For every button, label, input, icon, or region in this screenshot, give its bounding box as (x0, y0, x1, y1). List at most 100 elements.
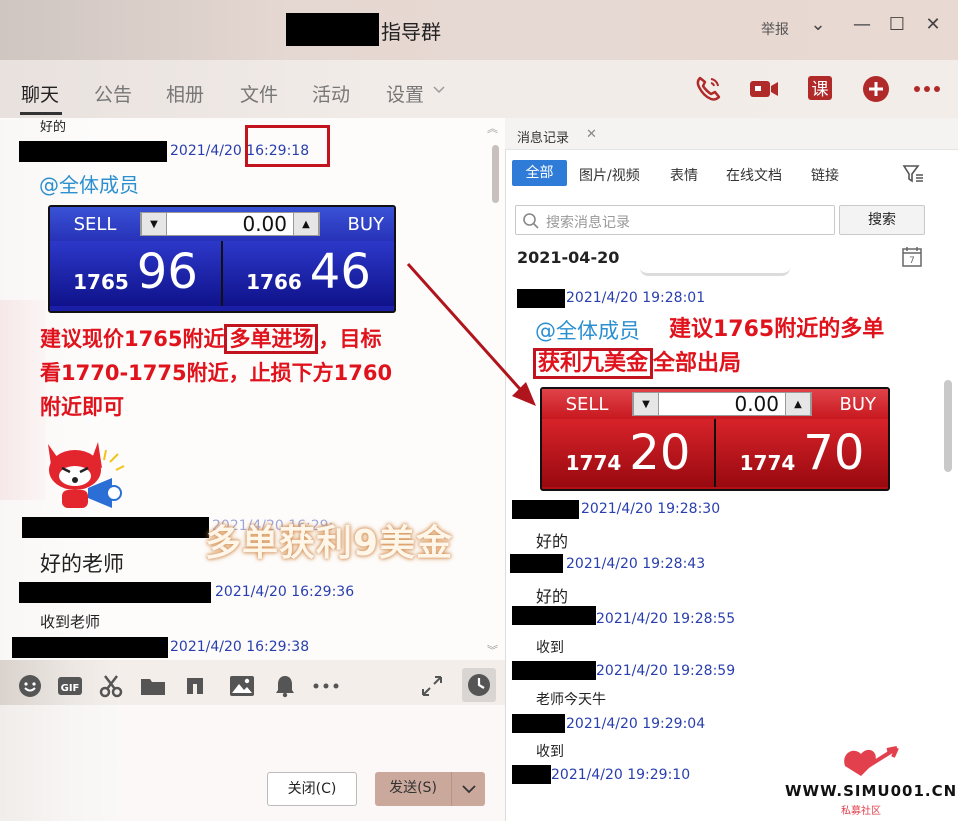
tab-album[interactable]: 相册 (166, 80, 204, 107)
fox-sticker[interactable] (40, 432, 126, 514)
buy-price-prefix: 1766 (246, 270, 302, 294)
search-input[interactable]: 搜索消息记录 (515, 205, 835, 235)
history-scrollbar[interactable] (944, 380, 952, 472)
history-toggle[interactable] (462, 668, 496, 702)
more-icon[interactable] (312, 674, 339, 698)
history-timestamp: 2021/4/20 19:28:59 (596, 663, 736, 679)
quantity-value[interactable]: 0.00 (659, 392, 785, 416)
increase-icon[interactable]: ▲ (293, 212, 319, 236)
filter-icon[interactable] (902, 163, 924, 185)
redacted-sender (512, 661, 596, 680)
chevron-down-icon[interactable] (432, 82, 446, 96)
redacted-sender (19, 582, 211, 603)
sell-price-pips: 20 (629, 425, 691, 481)
sell-price[interactable]: 1774 20 (542, 419, 716, 487)
history-timestamp: 2021/4/20 19:28:55 (596, 611, 736, 627)
buy-price[interactable]: 1774 70 (716, 419, 888, 487)
price-quote-card: SELL ▼ 0.00 ▲ BUY 1765 96 1766 46 (48, 205, 396, 313)
tab-chat[interactable]: 聊天 (21, 80, 59, 107)
sell-price-prefix: 1765 (73, 270, 129, 294)
buy-price-pips: 46 (309, 244, 371, 300)
expand-icon[interactable] (420, 674, 444, 698)
video-call-icon[interactable] (748, 74, 778, 104)
buy-label[interactable]: BUY (812, 394, 888, 415)
redacted-sender (22, 517, 209, 538)
list-divider (640, 268, 790, 276)
close-tab-icon[interactable]: ✕ (586, 127, 597, 142)
message-text: 好的 (40, 120, 67, 135)
mention-all[interactable]: @全体成员 (39, 169, 139, 198)
redacted-group-name (286, 13, 379, 46)
decrease-icon[interactable]: ▼ (633, 392, 659, 416)
gif-icon[interactable]: GIF (57, 674, 82, 698)
advice-text: 建议现价1765附近 (40, 327, 225, 351)
image-icon[interactable] (229, 674, 254, 698)
redacted-sender (512, 765, 551, 784)
trade-advice-line1: 建议现价1765附近 多单进场 ，目标 (40, 322, 381, 356)
phone-icon[interactable] (693, 74, 723, 104)
search-button[interactable]: 搜索 (839, 205, 925, 235)
send-options-button[interactable] (451, 772, 485, 806)
history-advice-line1: 建议1765附近的多单 (669, 317, 885, 342)
tab-announcement[interactable]: 公告 (94, 80, 132, 107)
scrollbar-thumb[interactable] (492, 145, 499, 203)
profit-highlight: 获利九美金 (533, 348, 654, 379)
history-message: 好的 (536, 587, 569, 606)
filter-all[interactable]: 全部 (512, 160, 567, 186)
folder-icon[interactable] (140, 674, 165, 698)
tab-activity[interactable]: 活动 (312, 80, 350, 107)
more-icon[interactable] (912, 74, 942, 104)
calendar-day: 7 (909, 256, 915, 266)
quantity-field[interactable]: ▼ 0.00 ▲ (140, 212, 320, 236)
chevron-down-icon[interactable]: ⌄ (806, 14, 830, 35)
advice-highlight: 多单进场 (224, 324, 319, 354)
highlight-box (245, 125, 330, 167)
mention-all[interactable]: @全体成员 (535, 315, 640, 345)
history-message: 收到 (536, 744, 564, 760)
close-window-button[interactable]: ✕ (921, 14, 945, 35)
history-timestamp: 2021/4/20 19:29:10 (551, 767, 691, 783)
calendar-icon[interactable]: 7 (901, 246, 923, 268)
clock-icon (468, 674, 490, 696)
filter-docs[interactable]: 在线文档 (726, 165, 782, 185)
report-link[interactable]: 举报 (761, 19, 789, 39)
maximize-button[interactable]: ☐ (885, 14, 909, 35)
annotation-arrow (400, 258, 545, 410)
scissors-icon[interactable] (99, 674, 123, 698)
quantity-field[interactable]: ▼ 0.00 ▲ (632, 392, 812, 416)
quantity-value[interactable]: 0.00 (167, 212, 293, 236)
history-advice-line2: 获利九美金 全部出局 (533, 347, 741, 381)
increase-icon[interactable]: ▲ (785, 392, 811, 416)
close-button[interactable]: 关闭(C) (267, 772, 357, 806)
decrease-icon[interactable]: ▼ (141, 212, 167, 236)
scroll-down-icon[interactable]: ︾ (487, 642, 498, 658)
sell-price[interactable]: 1765 96 (50, 241, 223, 306)
history-tab[interactable]: 消息记录 (517, 127, 569, 146)
scroll-up-icon[interactable]: ︽ (487, 120, 498, 136)
buy-label[interactable]: BUY (320, 214, 394, 235)
message-timestamp: 2021/4/20 16:29:36 (215, 584, 355, 600)
sell-label[interactable]: SELL (542, 394, 632, 415)
send-button[interactable]: 发送(S) (375, 772, 451, 806)
music-icon[interactable] (183, 674, 207, 698)
history-timestamp: 2021/4/20 19:29:04 (566, 716, 706, 732)
minimize-button[interactable]: — (850, 14, 874, 35)
history-message: 老师今天牛 (536, 692, 606, 708)
buy-price[interactable]: 1766 46 (223, 241, 394, 306)
profit-watermark: 多单获利9美金 (205, 523, 454, 564)
sell-label[interactable]: SELL (50, 214, 140, 235)
emoji-icon[interactable] (18, 674, 42, 698)
bell-icon[interactable] (273, 674, 297, 698)
add-icon[interactable] (861, 74, 891, 104)
search-placeholder: 搜索消息记录 (546, 215, 630, 231)
sell-price-pips: 96 (136, 244, 198, 300)
history-timestamp: 2021/4/20 19:28:30 (581, 501, 721, 517)
buy-price-prefix: 1774 (739, 451, 796, 475)
tab-files[interactable]: 文件 (240, 80, 278, 107)
filter-links[interactable]: 链接 (811, 165, 839, 185)
lesson-icon[interactable]: 课 (806, 74, 836, 104)
redacted-sender (512, 606, 596, 625)
tab-settings[interactable]: 设置 (386, 80, 424, 107)
filter-stickers[interactable]: 表情 (670, 165, 698, 185)
filter-media[interactable]: 图片/视频 (579, 165, 640, 185)
